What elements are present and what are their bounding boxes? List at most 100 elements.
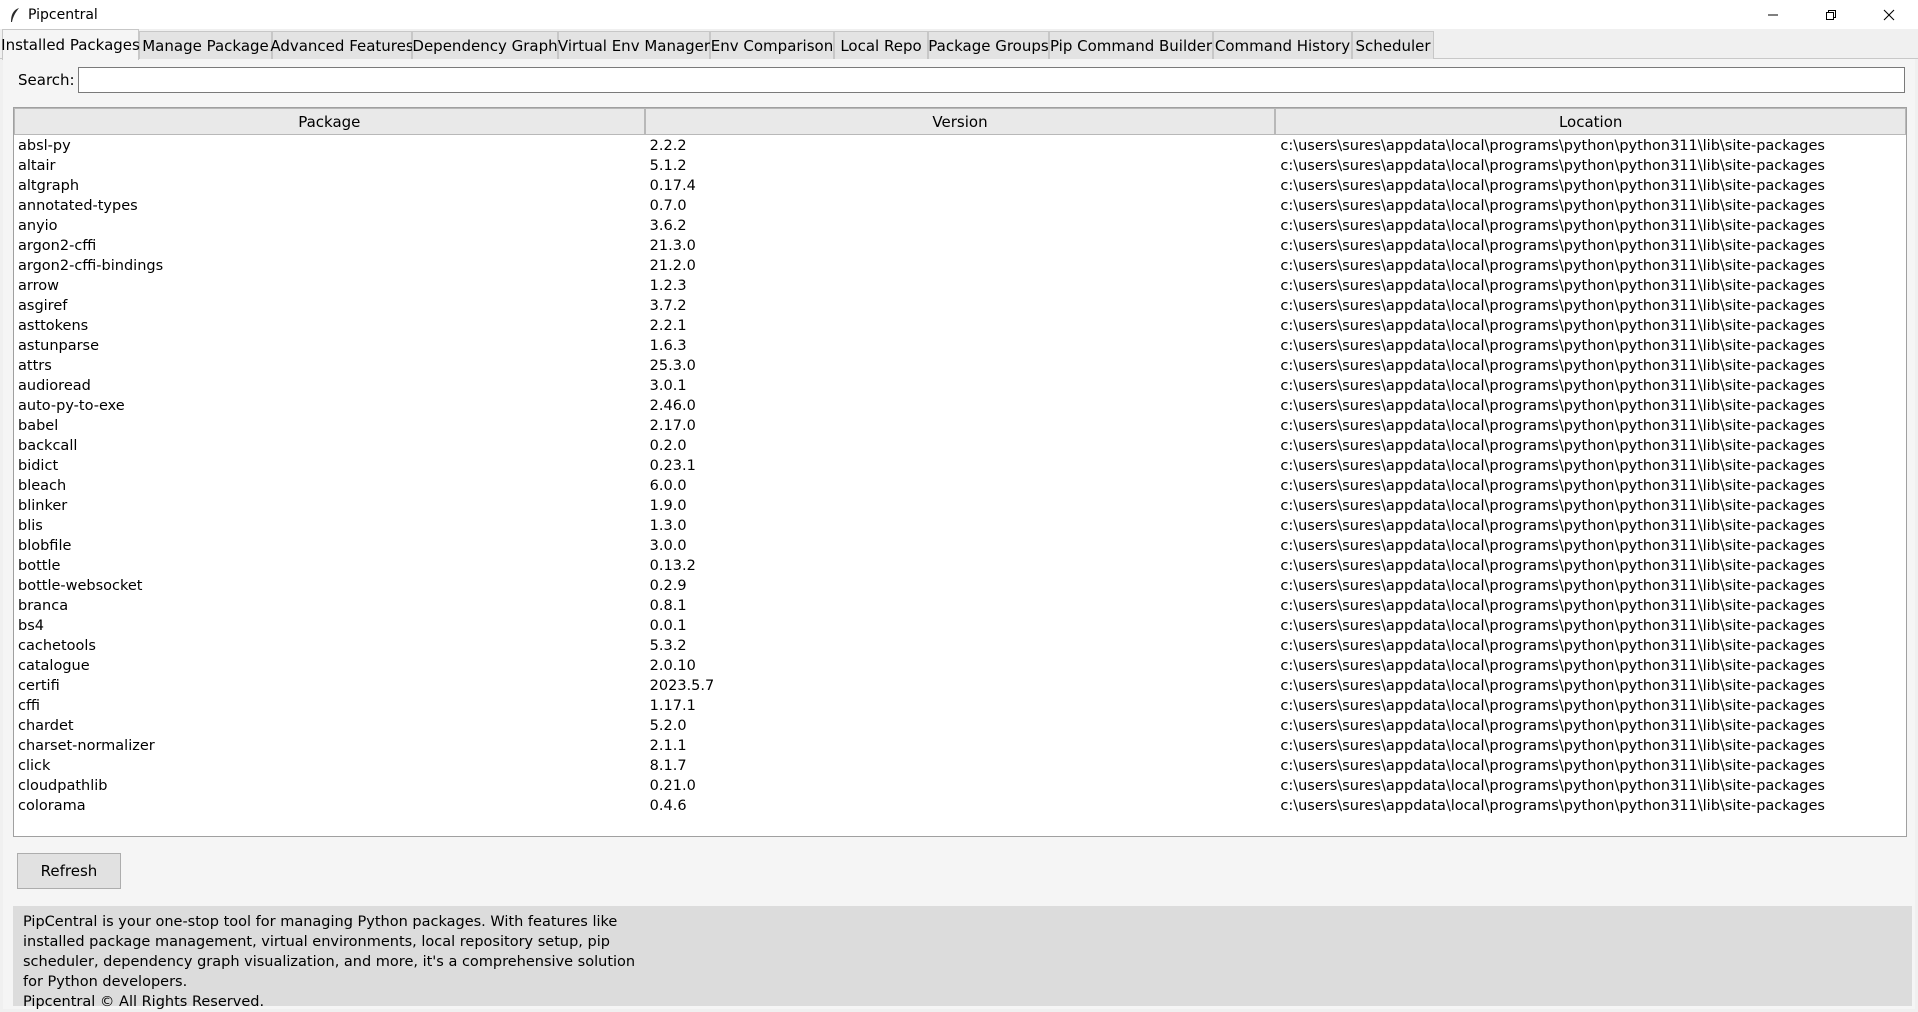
tab-dependency-graph[interactable]: Dependency Graph bbox=[412, 31, 558, 59]
table-row[interactable]: bottle 0.13.2 c:\users\sures\appdata\local… bbox=[14, 556, 1906, 576]
table-row[interactable]: catalogue 2.0.10 c:\users\sures\appdata\lo… bbox=[14, 656, 1906, 676]
table-row[interactable]: audioread 3.0.1 c:\users\sures\appdata\loc… bbox=[14, 376, 1906, 396]
version-cell: 5.2.0 bbox=[649, 718, 687, 734]
window-title: Pipcentral bbox=[28, 6, 98, 23]
table-row[interactable]: chardet 5.2.0 c:\users\sures\appdata\local… bbox=[14, 716, 1906, 736]
package-name-cell: certifi bbox=[18, 678, 60, 694]
tab-advanced-features[interactable]: Advanced Features bbox=[270, 31, 414, 59]
tab-installed-packages[interactable]: Installed Packages bbox=[1, 29, 140, 60]
location-cell: c:\users\sures\appdata\local\programs\py… bbox=[1280, 538, 1825, 554]
location-cell: c:\users\sures\appdata\local\programs\py… bbox=[1280, 678, 1825, 694]
restore-icon[interactable] bbox=[1802, 0, 1860, 29]
table-row[interactable]: bs4 0.0.1 c:\users\sures\appdata\local\pro… bbox=[14, 616, 1906, 636]
table-row[interactable]: altair 5.1.2 c:\users\sures\appdata\local\… bbox=[14, 156, 1906, 176]
location-cell: c:\users\sures\appdata\local\programs\py… bbox=[1280, 278, 1825, 294]
location-cell: c:\users\sures\appdata\local\programs\py… bbox=[1280, 458, 1825, 474]
close-icon[interactable] bbox=[1860, 0, 1918, 29]
location-cell: c:\users\sures\appdata\local\programs\py… bbox=[1280, 238, 1825, 254]
table-row[interactable]: argon2-cffi-bindings 21.2.0 c:\users\sures… bbox=[14, 256, 1906, 276]
version-cell: 5.3.2 bbox=[649, 638, 687, 654]
table-row[interactable]: auto-py-to-exe 2.46.0 c:\users\sures\appda… bbox=[14, 396, 1906, 416]
footer-info: PipCentral is your one-stop tool for man… bbox=[13, 906, 1912, 1010]
version-cell: 0.2.9 bbox=[649, 578, 687, 594]
table-row[interactable]: bidict 0.23.1 c:\users\sures\appdata\local… bbox=[14, 456, 1906, 476]
table-row[interactable]: cachetools 5.3.2 c:\users\sures\appdata\lo… bbox=[14, 636, 1906, 656]
location-cell: c:\users\sures\appdata\local\programs\py… bbox=[1280, 178, 1825, 194]
version-cell: 1.9.0 bbox=[649, 498, 687, 514]
table-row[interactable]: annotated-types 0.7.0 c:\users\sures\appda… bbox=[14, 196, 1906, 216]
window-controls bbox=[1744, 0, 1918, 29]
package-name-cell: arrow bbox=[18, 278, 59, 294]
table-row[interactable]: branca 0.8.1 c:\users\sures\appdata\local\… bbox=[14, 596, 1906, 616]
table-row[interactable]: asgiref 3.7.2 c:\users\sures\appdata\local… bbox=[14, 296, 1906, 316]
title-bar: Pipcentral bbox=[0, 0, 1918, 29]
version-cell: 21.3.0 bbox=[649, 238, 696, 254]
table-row[interactable]: cloudpathlib 0.21.0 c:\users\sures\appdata… bbox=[14, 776, 1906, 796]
table-header: Package Version Location bbox=[14, 108, 1907, 135]
footer-description: PipCentral is your one-stop tool for man… bbox=[23, 914, 636, 990]
version-cell: 2.0.10 bbox=[649, 658, 696, 674]
minimize-icon[interactable] bbox=[1744, 0, 1802, 29]
location-cell: c:\users\sures\appdata\local\programs\py… bbox=[1280, 718, 1825, 734]
table-row[interactable]: asttokens 2.2.1 c:\users\sures\appdata\loc… bbox=[14, 316, 1906, 336]
package-name-cell: colorama bbox=[18, 798, 86, 814]
footer-copyright: Pipcentral © All Rights Reserved. bbox=[23, 994, 265, 1010]
refresh-button[interactable]: Refresh bbox=[17, 853, 121, 889]
location-cell: c:\users\sures\appdata\local\programs\py… bbox=[1280, 498, 1825, 514]
table-row[interactable]: argon2-cffi 21.3.0 c:\users\sures\appdata\… bbox=[14, 236, 1906, 256]
table-row[interactable]: bottle-websocket 0.2.9 c:\users\sures\appd… bbox=[14, 576, 1906, 596]
package-name-cell: backcall bbox=[18, 438, 78, 454]
tab-command-history[interactable]: Command History bbox=[1213, 31, 1352, 59]
column-header-version[interactable]: Version bbox=[644, 108, 1276, 135]
table-row[interactable]: charset-normalizer 2.1.1 c:\users\sures\ap… bbox=[14, 736, 1906, 756]
table-row[interactable]: blobfile 3.0.0 c:\users\sures\appdata\loca… bbox=[14, 536, 1906, 556]
package-name-cell: audioread bbox=[18, 378, 91, 394]
table-row[interactable]: babel 2.17.0 c:\users\sures\appdata\local\… bbox=[14, 416, 1906, 436]
location-cell: c:\users\sures\appdata\local\programs\py… bbox=[1280, 598, 1825, 614]
installed-packages-panel: Search: Package Version Location absl-py… bbox=[3, 59, 1915, 1010]
packages-table[interactable]: Package Version Location absl-py 2.2.2 c:\… bbox=[13, 107, 1907, 837]
location-cell: c:\users\sures\appdata\local\programs\py… bbox=[1280, 698, 1825, 714]
table-row[interactable]: cffi 1.17.1 c:\users\sures\appdata\local\p… bbox=[14, 696, 1906, 716]
search-input[interactable] bbox=[78, 67, 1905, 93]
package-name-cell: cachetools bbox=[18, 638, 96, 654]
version-cell: 2.2.1 bbox=[649, 318, 687, 334]
table-row[interactable]: colorama 0.4.6 c:\users\sures\appdata\loca… bbox=[14, 796, 1906, 816]
feather-icon bbox=[8, 7, 22, 23]
table-row[interactable]: certifi 2023.5.7 c:\users\sures\appdata\lo… bbox=[14, 676, 1906, 696]
version-cell: 2023.5.7 bbox=[649, 678, 715, 694]
tab-scheduler[interactable]: Scheduler bbox=[1352, 31, 1434, 59]
location-cell: c:\users\sures\appdata\local\programs\py… bbox=[1280, 298, 1825, 314]
package-name-cell: babel bbox=[18, 418, 59, 434]
table-row[interactable]: altgraph 0.17.4 c:\users\sures\appdata\loc… bbox=[14, 176, 1906, 196]
tab-local-repo[interactable]: Local Repo bbox=[834, 31, 928, 59]
table-row[interactable]: backcall 0.2.0 c:\users\sures\appdata\loca… bbox=[14, 436, 1906, 456]
table-row[interactable]: absl-py 2.2.2 c:\users\sures\appdata\local… bbox=[14, 136, 1906, 156]
version-cell: 2.2.2 bbox=[649, 138, 687, 154]
tab-manage-package[interactable]: Manage Package bbox=[139, 31, 272, 59]
search-row: Search: bbox=[3, 67, 1915, 93]
version-cell: 0.8.1 bbox=[649, 598, 687, 614]
version-cell: 1.6.3 bbox=[649, 338, 687, 354]
table-row[interactable]: blinker 1.9.0 c:\users\sures\appdata\local… bbox=[14, 496, 1906, 516]
package-name-cell: blobfile bbox=[18, 538, 72, 554]
tab-pip-command-builder[interactable]: Pip Command Builder bbox=[1049, 31, 1213, 59]
table-row[interactable]: click 8.1.7 c:\users\sures\appdata\local\p… bbox=[14, 756, 1906, 776]
column-header-package[interactable]: Package bbox=[14, 108, 645, 135]
tab-package-groups[interactable]: Package Groups bbox=[928, 31, 1049, 59]
table-row[interactable]: astunparse 1.6.3 c:\users\sures\appdata\lo… bbox=[14, 336, 1906, 356]
package-name-cell: chardet bbox=[18, 718, 74, 734]
column-header-location[interactable]: Location bbox=[1275, 108, 1907, 135]
version-cell: 3.7.2 bbox=[649, 298, 687, 314]
tab-virtual-env-manager[interactable]: Virtual Env Manager bbox=[558, 31, 710, 59]
version-cell: 0.23.1 bbox=[649, 458, 696, 474]
package-name-cell: annotated-types bbox=[18, 198, 138, 214]
table-row[interactable]: anyio 3.6.2 c:\users\sures\appdata\local\p… bbox=[14, 216, 1906, 236]
table-row[interactable]: blis 1.3.0 c:\users\sures\appdata\local\pr… bbox=[14, 516, 1906, 536]
package-name-cell: auto-py-to-exe bbox=[18, 398, 125, 414]
table-row[interactable]: attrs 25.3.0 c:\users\sures\appdata\local\… bbox=[14, 356, 1906, 376]
tab-env-comparison[interactable]: Env Comparison bbox=[710, 31, 834, 59]
table-row[interactable]: arrow 1.2.3 c:\users\sures\appdata\local\p… bbox=[14, 276, 1906, 296]
table-row[interactable]: bleach 6.0.0 c:\users\sures\appdata\local\… bbox=[14, 476, 1906, 496]
package-name-cell: cffi bbox=[18, 698, 40, 714]
